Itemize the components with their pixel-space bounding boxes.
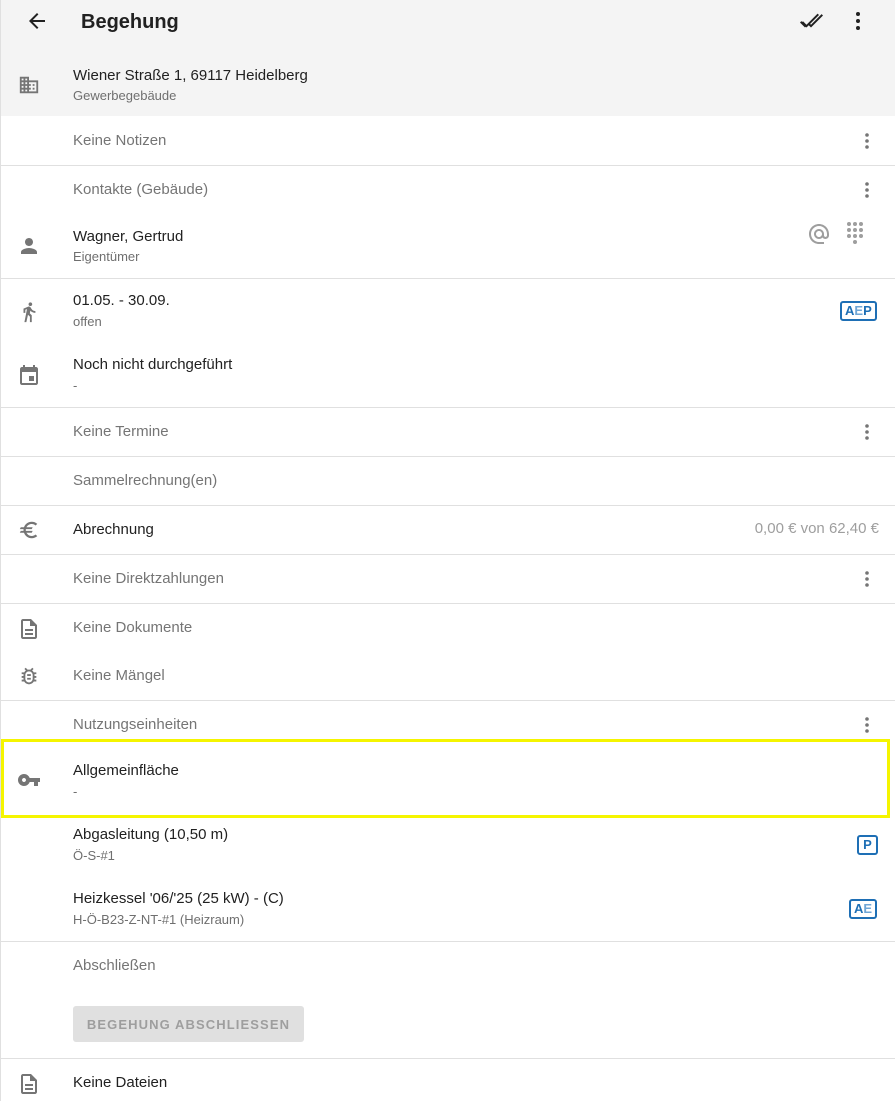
document-icon [21,619,37,639]
building-type: Gewerbegebäude [73,88,177,103]
divider [0,165,895,166]
p-badge: P [857,835,878,855]
walking-icon [23,302,36,323]
collective-invoices-label[interactable]: Sammelrechnung(en) [73,471,217,491]
unit-detail: H-Ö-B23-Z-NT-#1 (Heizraum) [73,912,245,927]
bug-icon [21,667,37,685]
divider [0,1058,895,1059]
page-title: Begehung [81,11,179,33]
more-vert-icon[interactable] [846,9,870,33]
ae-badge: AE [849,899,878,919]
unit-name[interactable]: Heizkessel '06/'25 (25 kW) - (C) [73,889,284,909]
usage-units-label: Nutzungseinheiten [73,716,198,733]
contacts-label: Kontakte (Gebäude) [73,181,209,198]
divider [0,278,895,279]
building-icon [19,76,39,94]
done-all-icon[interactable] [798,9,824,33]
calendar-icon [20,365,38,385]
appointments-label: Keine Termine [73,423,169,440]
back-arrow-icon[interactable] [25,9,49,33]
contact-role: Eigentümer [73,249,140,264]
direct-payments-more-icon[interactable] [855,567,879,591]
finish-inspection-button[interactable]: BEGEHUNG ABSCHLIESSEN [73,1006,304,1042]
billing-amount: 0,00 € von 62,40 € [754,520,879,537]
unit-detail: Ö-S-#1 [73,848,115,863]
usage-units-more-icon[interactable] [855,713,879,737]
contact-name[interactable]: Wagner, Gertrud [73,227,183,247]
left-border [0,116,1,1101]
direct-payments-label: Keine Direktzahlungen [73,570,224,587]
divider [0,456,895,457]
period-status: offen [73,314,102,329]
at-sign-icon[interactable] [807,222,831,246]
contacts-more-icon[interactable] [855,178,879,202]
file-icon [21,1074,37,1094]
unit-name[interactable]: Abgasleitung (10,50 m) [73,825,228,845]
divider [0,603,895,604]
execution-status: Noch nicht durchgeführt [73,356,233,373]
notes-more-icon[interactable] [855,129,879,153]
period-dates: 01.05. - 30.09. [73,292,170,309]
appointments-more-icon[interactable] [855,420,879,444]
divider [0,554,895,555]
dialpad-icon[interactable] [843,221,867,245]
key-icon [18,774,40,786]
billing-label[interactable]: Abrechnung [73,520,154,540]
unit-name[interactable]: Allgemeinfläche [73,761,179,781]
divider [0,407,895,408]
divider [0,505,895,506]
execution-detail: - [73,378,78,393]
building-address: Wiener Straße 1, 69117 Heidelberg [73,67,308,84]
divider [0,700,895,701]
euro-icon [19,521,38,539]
aep-badge: AEP [840,301,877,321]
divider [0,941,895,942]
defects-label: Keine Mängel [73,667,165,684]
files-label: Keine Dateien [73,1074,168,1091]
notes-label: Keine Notizen [73,132,167,149]
finish-label: Abschließen [73,957,156,974]
person-icon [21,238,37,254]
unit-detail: - [73,784,78,799]
documents-label: Keine Dokumente [73,619,193,636]
